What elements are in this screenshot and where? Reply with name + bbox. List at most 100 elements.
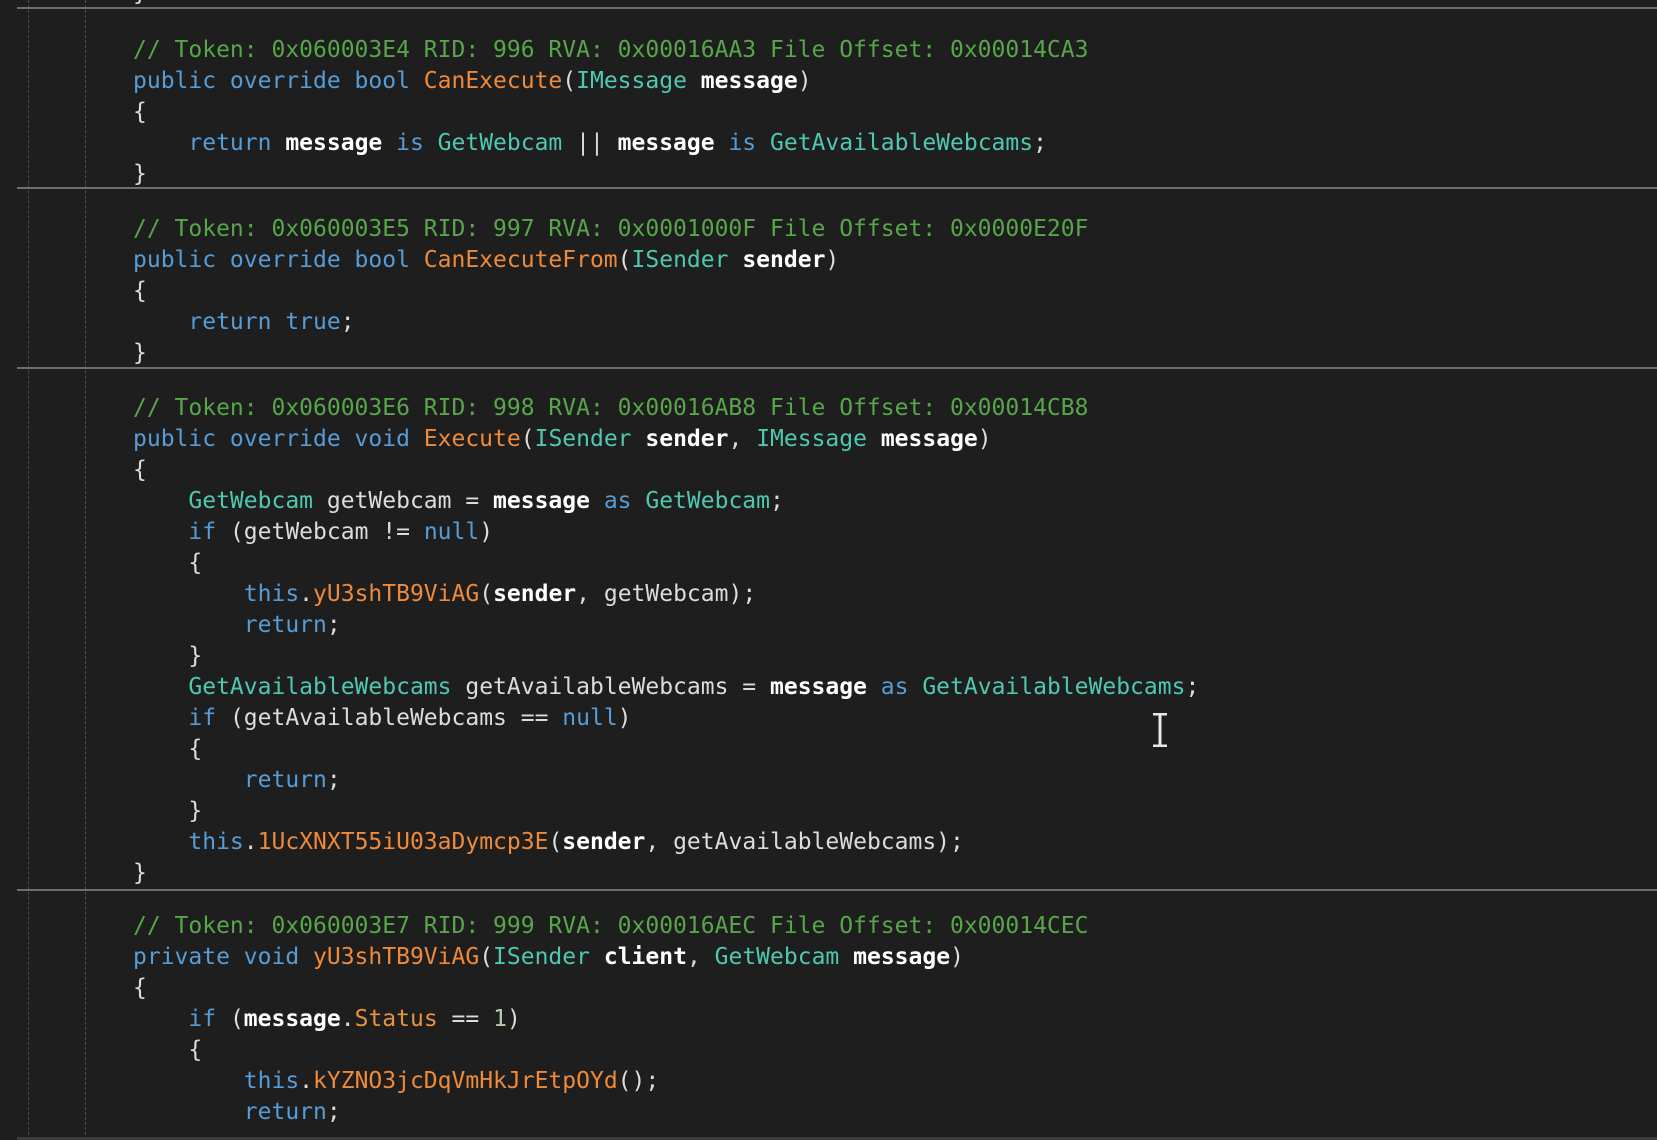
code-line: { xyxy=(133,97,1657,128)
code-token: ; xyxy=(769,488,784,514)
code-line: public override bool CanExecute(IMessage… xyxy=(133,66,1657,97)
code-token[interactable]: ISender xyxy=(493,944,590,970)
code-token: || xyxy=(562,130,618,156)
code-token: ) xyxy=(825,247,840,273)
code-line: public override void Execute(ISender sen… xyxy=(133,424,1657,455)
code-token: { xyxy=(133,975,147,1001)
code-token: client xyxy=(603,944,687,970)
code-token: ( xyxy=(548,829,563,855)
code-line: } xyxy=(133,858,1657,889)
code-token: return true xyxy=(188,309,341,335)
code-token[interactable]: ISender xyxy=(535,426,632,452)
code-token: ( xyxy=(216,1006,244,1032)
code-token[interactable]: GetWebcam xyxy=(715,944,840,970)
code-token: (getWebcam != xyxy=(216,519,424,545)
code-token: message xyxy=(617,130,715,156)
code-token: 1 xyxy=(493,1006,507,1032)
code-token[interactable]: GetWebcam xyxy=(188,488,313,514)
code-token: { xyxy=(133,736,203,762)
code-token: return xyxy=(243,612,327,638)
code-token[interactable]: GetAvailableWebcams xyxy=(188,674,451,700)
code-token[interactable]: yU3shTB9ViAG xyxy=(313,944,479,970)
code-token: // Token: 0x060003E4 RID: 996 RVA: 0x000… xyxy=(133,37,1089,63)
code-token[interactable]: 1UcXNXT55iU03aDymcp3E xyxy=(258,829,549,855)
code-line: } xyxy=(133,796,1657,827)
code-token[interactable]: IMessage xyxy=(576,68,687,94)
code-line: return true; xyxy=(133,307,1657,338)
code-token: getAvailableWebcams = xyxy=(451,674,770,700)
method-block: // Token: 0x060003E5 RID: 997 RVA: 0x000… xyxy=(133,190,1657,369)
code-token[interactable]: CanExecute xyxy=(424,68,562,94)
code-token: // Token: 0x060003E7 RID: 999 RVA: 0x000… xyxy=(133,913,1089,939)
code-token[interactable]: yU3shTB9ViAG xyxy=(313,581,479,607)
code-token[interactable]: GetWebcam xyxy=(438,130,563,156)
method-block: // Token: 0x060003E4 RID: 996 RVA: 0x000… xyxy=(133,9,1657,190)
code-token: return xyxy=(243,1099,327,1125)
code-token: return xyxy=(188,130,286,156)
code-line: { xyxy=(133,734,1657,765)
code-token: message xyxy=(285,130,383,156)
code-line: return message is GetWebcam || message i… xyxy=(133,128,1657,159)
code-token: this xyxy=(188,829,244,855)
code-token: null xyxy=(423,519,480,545)
token-comment-line: // Token: 0x060003E4 RID: 996 RVA: 0x000… xyxy=(133,35,1657,66)
code-token: { xyxy=(133,1037,203,1063)
code-token[interactable]: GetAvailableWebcams xyxy=(770,130,1033,156)
code-line: } xyxy=(133,338,1657,369)
code-token: ; xyxy=(340,309,355,335)
code-token: } xyxy=(133,860,147,886)
code-token[interactable]: CanExecuteFrom xyxy=(424,247,618,273)
code-token: message xyxy=(853,944,951,970)
code-line: if (getAvailableWebcams == null) xyxy=(133,703,1657,734)
code-token[interactable]: ISender xyxy=(632,247,729,273)
code-token: message xyxy=(880,426,978,452)
code-token: . xyxy=(299,581,314,607)
method-block: // Token: 0x060003E7 RID: 999 RVA: 0x000… xyxy=(133,889,1657,1128)
code-line: } xyxy=(133,0,147,9)
code-line: } xyxy=(133,159,1657,190)
code-token: sender xyxy=(645,426,729,452)
code-token[interactable]: Execute xyxy=(424,426,521,452)
code-token: ) xyxy=(797,68,812,94)
code-token: sender xyxy=(562,829,646,855)
code-token: ; xyxy=(1033,130,1047,156)
code-token: ( xyxy=(617,247,632,273)
code-line: private void yU3shTB9ViAG(ISender client… xyxy=(133,942,1657,973)
code-token[interactable]: IMessage xyxy=(756,426,867,452)
outline-guide xyxy=(85,0,86,1140)
code-token: Status xyxy=(354,1006,438,1032)
code-line: { xyxy=(133,548,1657,579)
code-token: { xyxy=(133,457,147,483)
code-line: GetAvailableWebcams getAvailableWebcams … xyxy=(133,672,1657,703)
code-line: { xyxy=(133,276,1657,307)
code-token: (); xyxy=(617,1068,660,1094)
code-line: return; xyxy=(133,1097,1657,1128)
code-token[interactable]: GetWebcam xyxy=(645,488,770,514)
code-token: ) xyxy=(977,426,992,452)
code-token[interactable]: GetAvailableWebcams xyxy=(922,674,1185,700)
code-token[interactable]: kYZNO3jcDqVmHkJrEtpOYd xyxy=(313,1068,618,1094)
code-token: private void xyxy=(133,944,314,970)
code-line: this.kYZNO3jcDqVmHkJrEtpOYd(); xyxy=(133,1066,1657,1097)
code-token: return xyxy=(243,767,327,793)
code-token: if xyxy=(188,705,217,731)
code-token: message xyxy=(770,674,867,700)
code-token: null xyxy=(562,705,618,731)
code-editor[interactable]: // Token: 0x060003E4 RID: 996 RVA: 0x000… xyxy=(133,9,1657,1128)
code-line: return; xyxy=(133,765,1657,796)
code-token: sender xyxy=(742,247,826,273)
